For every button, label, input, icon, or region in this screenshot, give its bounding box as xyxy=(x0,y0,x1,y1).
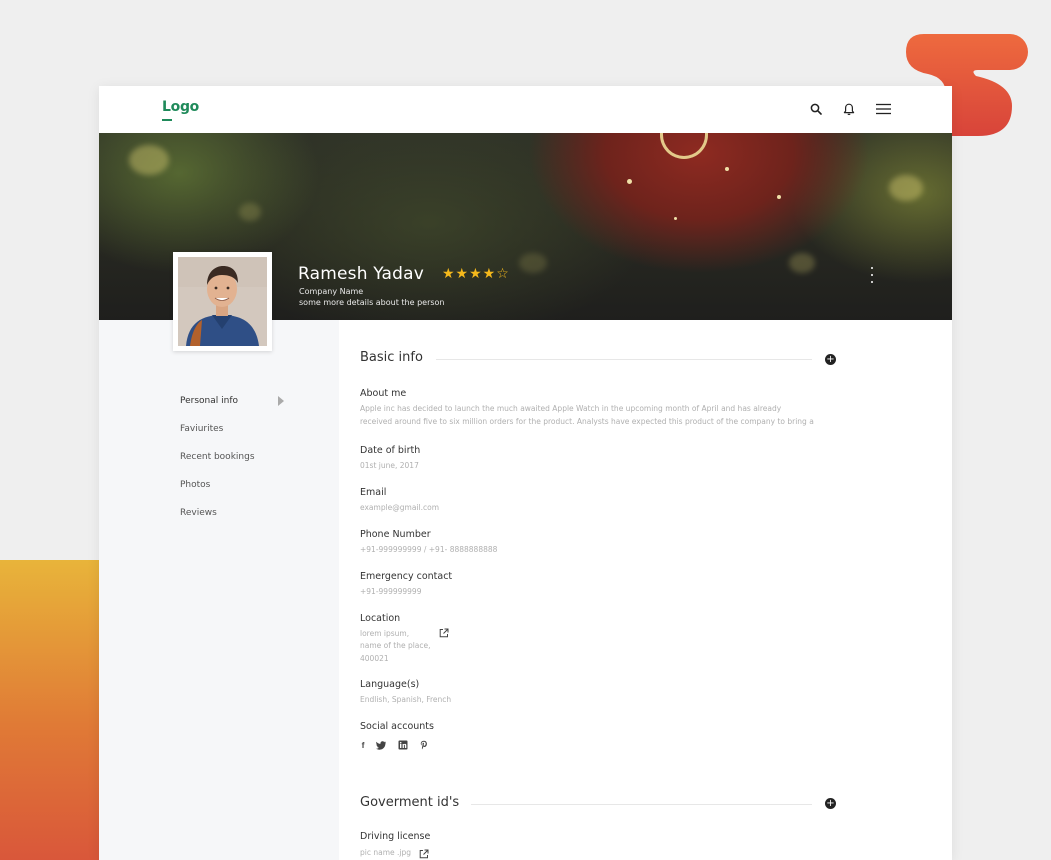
search-icon[interactable] xyxy=(807,100,825,118)
profile-details: some more details about the person xyxy=(299,298,445,307)
dob-value: 01st june, 2017 xyxy=(360,461,419,470)
section-title-government-ids: Goverment id's xyxy=(360,795,460,810)
language-label: Language(s) xyxy=(360,679,420,690)
avatar-photo xyxy=(178,257,267,346)
emergency-contact-label: Emergency contact xyxy=(360,571,453,582)
profile-window: Logo Ramesh Yadav ★★★★☆ Company Name som… xyxy=(99,86,952,860)
pinterest-icon[interactable] xyxy=(419,740,429,750)
twitter-icon[interactable] xyxy=(376,740,386,750)
menu-icon[interactable] xyxy=(874,100,892,118)
top-navigation-bar: Logo xyxy=(99,86,952,133)
section-divider xyxy=(436,359,812,360)
about-me-label: About me xyxy=(360,388,407,399)
email-value: example@gmail.com xyxy=(360,503,440,512)
dob-label: Date of birth xyxy=(360,445,421,456)
sidebar-item-photos[interactable]: Photos xyxy=(180,480,210,490)
location-line-1: lorem ipsum, xyxy=(360,629,410,638)
external-link-icon[interactable] xyxy=(439,628,449,638)
driving-license-value: pic name .jpg xyxy=(360,848,411,857)
add-government-id-button[interactable]: + xyxy=(825,798,836,809)
sidebar-item-reviews[interactable]: Reviews xyxy=(180,508,217,518)
logo[interactable]: Logo xyxy=(162,99,199,115)
driving-license-label: Driving license xyxy=(360,831,431,842)
ornament-decoration xyxy=(660,133,708,159)
about-me-line-1: Apple inc has decided to launch the much… xyxy=(360,404,782,413)
phone-label: Phone Number xyxy=(360,529,431,540)
person-portrait xyxy=(178,257,267,346)
about-me-line-2: received around five to six million orde… xyxy=(360,417,814,426)
main-content: Basic info + About me Apple inc has deci… xyxy=(339,320,952,860)
social-accounts-label: Social accounts xyxy=(360,721,434,732)
sidebar-item-personal-info[interactable]: Personal info xyxy=(180,396,238,406)
email-label: Email xyxy=(360,487,387,498)
profile-avatar xyxy=(173,252,272,351)
sidebar-item-recent-bookings[interactable]: Recent bookings xyxy=(180,452,255,462)
sidebar-item-favourites[interactable]: Faviurites xyxy=(180,424,223,434)
add-basic-info-button[interactable]: + xyxy=(825,354,836,365)
location-line-2: name of the place, xyxy=(360,641,431,650)
linkedin-icon[interactable] xyxy=(398,740,408,750)
section-title-basic-info: Basic info xyxy=(360,350,423,365)
external-link-icon[interactable] xyxy=(419,849,429,859)
phone-value: +91-999999999 / +91- 8888888888 xyxy=(360,545,498,554)
sidebar: Personal info Faviurites Recent bookings… xyxy=(99,320,339,860)
rating-stars: ★★★★☆ xyxy=(442,266,510,282)
location-label: Location xyxy=(360,613,401,624)
logo-underline xyxy=(162,119,172,121)
active-indicator-arrow xyxy=(278,396,284,406)
location-line-3: 400021 xyxy=(360,654,389,663)
emergency-contact-value: +91-999999999 xyxy=(360,587,422,596)
bell-icon[interactable] xyxy=(840,100,858,118)
decorative-orange-block xyxy=(0,560,100,860)
profile-name: Ramesh Yadav xyxy=(298,264,425,284)
company-name: Company Name xyxy=(299,287,364,296)
facebook-icon[interactable]: f xyxy=(358,740,368,750)
section-divider xyxy=(471,804,812,805)
language-value: Endlish, Spanish, French xyxy=(360,695,452,704)
more-options-icon[interactable] xyxy=(867,267,877,283)
